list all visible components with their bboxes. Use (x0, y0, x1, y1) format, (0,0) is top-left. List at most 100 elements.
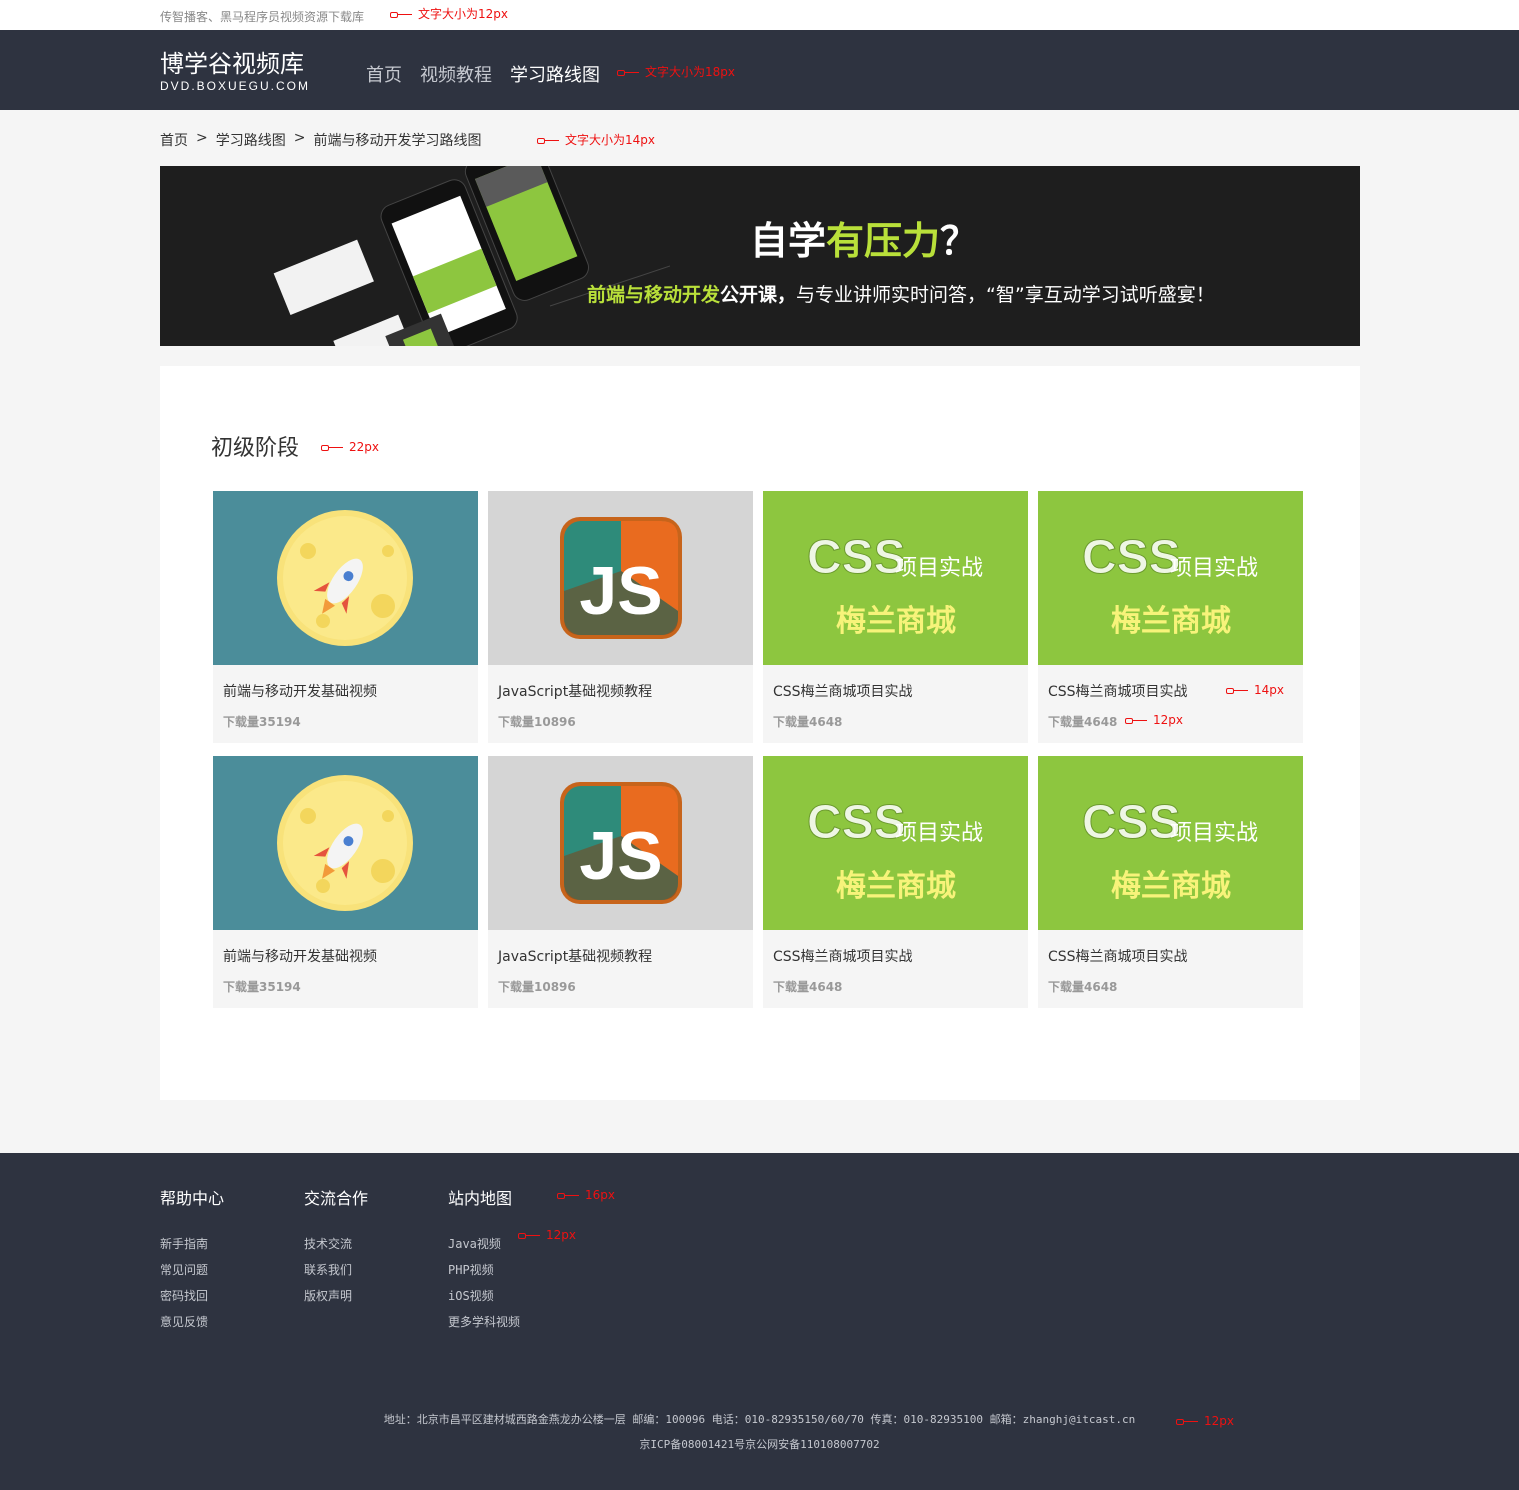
svg-text:CSS: CSS (1082, 796, 1181, 849)
breadcrumb-roadmap[interactable]: 学习路线图 (216, 130, 286, 150)
logo-subtitle: DVD.BOXUEGU.COM (160, 79, 311, 93)
footer-link[interactable]: 联系我们 (304, 1257, 368, 1283)
course-card[interactable]: CSS 项目实战梅兰商城 CSS梅兰商城项目实战下载量4648 (763, 491, 1028, 743)
svg-text:梅兰商城: 梅兰商城 (1111, 869, 1231, 904)
footer-link[interactable]: 新手指南 (160, 1231, 224, 1257)
footer-address: 地址：北京市昌平区建材城西路金燕龙办公楼一层 邮编：100096 电话：010-… (383, 1413, 1136, 1426)
download-count: 下载量4648 (773, 980, 843, 994)
course-title[interactable]: CSS梅兰商城项目实战 (1048, 681, 1188, 701)
header: 博学谷视频库 DVD.BOXUEGU.COM 首页 视频教程 学习路线图 (0, 30, 1519, 110)
course-title[interactable]: 前端与移动开发基础视频 (223, 681, 377, 701)
breadcrumb-current: 前端与移动开发学习路线图 (313, 133, 482, 149)
svg-text:项目实战: 项目实战 (895, 556, 983, 581)
main-nav: 首页 视频教程 学习路线图 (366, 61, 600, 87)
stage-title: 初级阶段 (211, 436, 300, 461)
rocket-moon-thumbnail (213, 756, 478, 930)
subline-text: 与专业讲师实时问答，“智”享互动学习试听盛宴！ (796, 284, 1215, 306)
site-tagline: 传智播客、黑马程序员视频资源下载库 (160, 10, 365, 24)
nav-video-tutorials[interactable]: 视频教程 (420, 61, 492, 87)
javascript-thumbnail: JS (488, 756, 753, 930)
nav-roadmap[interactable]: 学习路线图 (510, 61, 600, 87)
svg-text:CSS: CSS (807, 796, 906, 849)
top-bar: 传智播客、黑马程序员视频资源下载库 (0, 0, 1519, 30)
footer-sitemap-column: 站内地图 Java视频 PHP视频 iOS视频 更多学科视频 (448, 1185, 520, 1335)
course-title[interactable]: JavaScript基础视频教程 (498, 681, 652, 701)
footer-link[interactable]: 意见反馈 (160, 1309, 224, 1335)
css-project-thumbnail: CSS 项目实战梅兰商城 (1038, 756, 1303, 930)
svg-text:JS: JS (579, 553, 662, 629)
course-card[interactable]: JS JavaScript基础视频教程下载量10896 (488, 756, 753, 1008)
breadcrumb-home[interactable]: 首页 (160, 130, 188, 150)
annotation-label: 14px (1226, 683, 1284, 697)
annotation-label: 文字大小为14px (537, 133, 655, 147)
javascript-thumbnail: JS (488, 491, 753, 665)
course-title[interactable]: JavaScript基础视频教程 (498, 946, 652, 966)
download-count: 下载量10896 (498, 715, 576, 729)
course-card[interactable]: CSS 项目实战 梅兰商城 CSS梅兰商城项目实战 下载量4648 (1038, 491, 1303, 743)
download-count: 下载量35194 (223, 980, 301, 994)
rocket-moon-thumbnail (213, 491, 478, 665)
footer-link[interactable]: PHP视频 (448, 1257, 520, 1283)
annotation-label: 文字大小为12px (390, 7, 508, 21)
footer-icp: 京ICP备08001421号京公网安备110108007702 (639, 1438, 880, 1451)
subline-highlight: 前端与移动开发 (587, 284, 721, 306)
download-count: 下载量35194 (223, 715, 301, 729)
svg-text:项目实战: 项目实战 (1170, 821, 1258, 846)
banner-subline: 前端与移动开发公开课，与专业讲师实时问答，“智”享互动学习试听盛宴！ (587, 280, 1215, 307)
subline-bold: 公开课， (720, 284, 797, 306)
annotation-label: 22px (321, 440, 379, 454)
footer: 帮助中心 新手指南 常见问题 密码找回 意见反馈 交流合作 技术交流 联系我们 … (0, 1153, 1519, 1490)
svg-text:梅兰商城: 梅兰商城 (1111, 604, 1231, 639)
nav-home[interactable]: 首页 (366, 61, 402, 87)
headline-text: 自学 (750, 219, 827, 263)
footer-help-column: 帮助中心 新手指南 常见问题 密码找回 意见反馈 (160, 1185, 224, 1335)
svg-text:项目实战: 项目实战 (1170, 556, 1258, 581)
annotation-label: 12px (1176, 1414, 1234, 1428)
course-card[interactable]: 前端与移动开发基础视频下载量35194 (213, 756, 478, 1008)
footer-link[interactable]: Java视频 (448, 1231, 520, 1257)
svg-text:JS: JS (579, 818, 662, 894)
annotation-label: 16px (557, 1188, 615, 1202)
footer-link[interactable]: 技术交流 (304, 1231, 368, 1257)
course-title[interactable]: CSS梅兰商城项目实战 (1048, 946, 1188, 966)
svg-text:梅兰商城: 梅兰商城 (836, 869, 956, 904)
banner-headline: 自学有压力？ (750, 210, 978, 265)
css-project-thumbnail: CSS 项目实战梅兰商城 (763, 756, 1028, 930)
footer-column-title: 帮助中心 (160, 1189, 225, 1208)
course-card[interactable]: CSS 项目实战 梅兰商城 CSS梅兰商城项目实战 下载量4648 (763, 756, 1028, 1008)
annotation-label: 12px (518, 1228, 576, 1242)
svg-text:CSS: CSS (1082, 531, 1181, 584)
css-project-thumbnail: CSS 项目实战梅兰商城 (1038, 491, 1303, 665)
download-count: 下载量4648 (773, 715, 843, 729)
download-count: 下载量10896 (498, 980, 576, 994)
footer-column-title: 站内地图 (448, 1189, 513, 1208)
svg-text:梅兰商城: 梅兰商城 (836, 604, 956, 639)
footer-link[interactable]: 密码找回 (160, 1283, 224, 1309)
logo-title[interactable]: 博学谷视频库 (160, 44, 304, 79)
course-title[interactable]: CSS梅兰商城项目实战 (773, 681, 913, 701)
footer-link[interactable]: 常见问题 (160, 1257, 224, 1283)
breadcrumb-separator: > (196, 130, 208, 146)
footer-link[interactable]: iOS视频 (448, 1283, 520, 1309)
download-count: 下载量4648 (1048, 715, 1118, 729)
course-panel: 初级阶段 前端与移动开发基础视频 下载量35194 JS JavaScript基础视频… (160, 366, 1360, 1100)
promo-banner[interactable]: 自学有压力？ 前端与移动开发公开课，与专业讲师实时问答，“智”享互动学习试听盛宴… (160, 166, 1360, 346)
breadcrumb-separator: > (293, 130, 306, 146)
course-card[interactable]: 前端与移动开发基础视频下载量35194 (213, 491, 478, 743)
headline-punct: ？ (940, 219, 979, 263)
course-card[interactable]: JS JavaScript基础视频教程下载量10896 (488, 491, 753, 743)
annotation-label: 12px (1125, 713, 1183, 727)
svg-text:CSS: CSS (807, 531, 906, 584)
phone-mockup-image (273, 166, 670, 346)
footer-column-title: 交流合作 (304, 1189, 369, 1208)
course-card[interactable]: CSS 项目实战 梅兰商城 CSS梅兰商城项目实战 下载量4648 (1038, 756, 1303, 1008)
footer-cooperation-column: 交流合作 技术交流 联系我们 版权声明 (304, 1185, 368, 1309)
footer-link[interactable]: 版权声明 (304, 1283, 368, 1309)
breadcrumb: 首页 > 学习路线图 > 前端与移动开发学习路线图 (160, 130, 481, 150)
headline-highlight: 有压力 (826, 219, 941, 263)
course-title[interactable]: CSS梅兰商城项目实战 (773, 946, 913, 966)
course-title[interactable]: 前端与移动开发基础视频 (223, 946, 377, 966)
svg-text:项目实战: 项目实战 (895, 821, 983, 846)
footer-link[interactable]: 更多学科视频 (448, 1309, 520, 1335)
annotation-label: 文字大小为18px (617, 65, 735, 79)
